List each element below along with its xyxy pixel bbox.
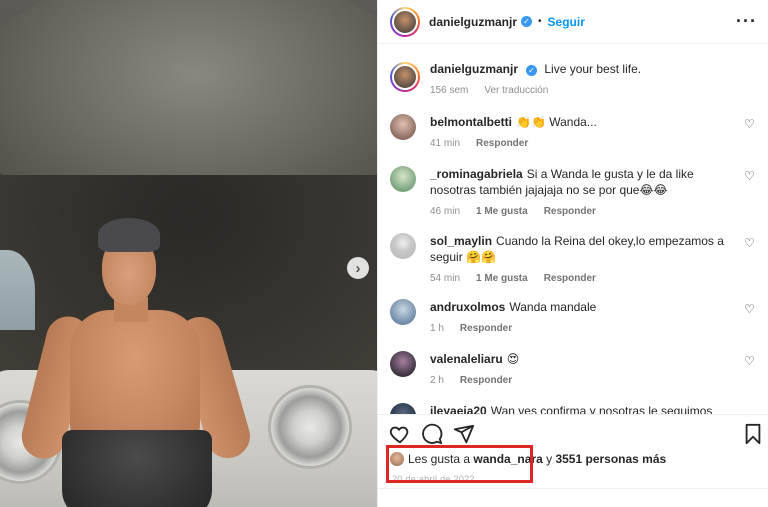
caption-text: Live your best life. xyxy=(544,62,642,76)
comment-avatar[interactable] xyxy=(390,299,416,325)
heart-icon[interactable]: ♡ xyxy=(744,355,756,367)
post-panel: danielguzmanjr ✓ • Seguir ··· danielguzm… xyxy=(377,0,768,507)
comment-item: belmontalbetti 👏👏 Wanda... 41 min Responde… xyxy=(390,114,760,152)
likes-prefix: Les gusta a xyxy=(408,452,471,466)
comment-username[interactable]: sol_maylin xyxy=(430,234,492,248)
comment-avatar[interactable] xyxy=(390,114,416,140)
comment-age: 41 min xyxy=(430,138,461,149)
comment-username[interactable]: andruxolmos xyxy=(430,300,505,314)
likes-connector: y xyxy=(546,452,553,466)
man-on-boat xyxy=(17,215,270,507)
separator-dot: • xyxy=(538,16,542,27)
comment-username[interactable]: valenaleliaru xyxy=(430,352,503,366)
comment-age: 46 min xyxy=(430,206,461,217)
comment-text: 👏👏 Wanda... xyxy=(516,115,597,129)
heart-icon[interactable]: ♡ xyxy=(744,303,756,315)
reply-button[interactable]: Responder xyxy=(476,136,528,152)
chevron-right-icon: › xyxy=(355,259,361,277)
post-photo[interactable]: › xyxy=(0,0,377,507)
action-bar xyxy=(378,414,768,452)
reply-button[interactable]: Responder xyxy=(544,204,596,220)
comment-username[interactable]: belmontalbetti xyxy=(430,115,512,129)
boat-speaker-right xyxy=(268,385,352,469)
comment-item: valenaleliaru 😍 2 h Responder ♡ xyxy=(390,351,760,389)
comment-avatar[interactable] xyxy=(390,351,416,377)
reply-button[interactable]: Responder xyxy=(544,271,596,287)
comment-item: _rominagabriela Si a Wanda le gusta y le … xyxy=(390,166,760,220)
comment-text: 😍 xyxy=(506,352,520,366)
verified-icon: ✓ xyxy=(526,65,538,76)
more-options-icon[interactable]: ··· xyxy=(736,12,757,30)
heart-icon[interactable]: ♡ xyxy=(744,237,756,249)
bookmark-icon[interactable] xyxy=(742,423,764,445)
comment-likes[interactable]: 1 Me gusta xyxy=(476,204,528,220)
comment-avatar[interactable] xyxy=(390,166,416,192)
comment-item: sol_maylin Cuando la Reina del okey,lo em… xyxy=(390,233,760,287)
follow-button[interactable]: Seguir xyxy=(548,15,585,29)
divider xyxy=(377,488,768,489)
comment-icon[interactable] xyxy=(421,423,443,445)
verified-icon: ✓ xyxy=(521,16,533,27)
heart-icon[interactable]: ♡ xyxy=(744,170,756,182)
comment-avatar[interactable] xyxy=(390,403,416,414)
comment-age: 54 min xyxy=(430,273,461,284)
comment-username[interactable]: ileyaeia20 xyxy=(430,404,487,414)
comment-username[interactable]: _rominagabriela xyxy=(430,167,523,181)
author-avatar[interactable] xyxy=(390,6,420,37)
author-username[interactable]: danielguzmanjr xyxy=(429,15,517,29)
caption-username[interactable]: danielguzmanjr xyxy=(430,62,518,76)
comment-item: ileyaeia20 Wan ves confirma y nosotras le… xyxy=(390,403,760,414)
heart-icon[interactable]: ♡ xyxy=(744,118,756,130)
share-icon[interactable] xyxy=(453,423,475,445)
liker-username[interactable]: wanda_nara xyxy=(473,452,542,466)
post-date: 20 de abril de 2022 xyxy=(392,474,475,484)
caption-avatar[interactable] xyxy=(390,62,420,92)
heart-icon[interactable] xyxy=(389,423,411,445)
likes-count[interactable]: 3551 personas más xyxy=(555,452,666,466)
comment-age: 2 h xyxy=(430,375,444,386)
comment-avatar[interactable] xyxy=(390,233,416,259)
comments-list[interactable]: danielguzmanjr ✓ Live your best life. 156… xyxy=(378,44,768,414)
see-translation-link[interactable]: Ver traducción xyxy=(484,83,548,98)
reply-button[interactable]: Responder xyxy=(460,321,512,337)
liker-avatar xyxy=(390,452,404,466)
likes-summary[interactable]: Les gusta a wanda_nara y 3551 personas m… xyxy=(390,452,666,466)
comment-text: Wanda mandale xyxy=(509,300,597,314)
reply-button[interactable]: Responder xyxy=(460,373,512,389)
comment-age: 1 h xyxy=(430,323,444,334)
caption: danielguzmanjr ✓ Live your best life. 156… xyxy=(390,62,641,98)
post-header: danielguzmanjr ✓ • Seguir ··· xyxy=(378,0,768,44)
caption-age: 156 sem xyxy=(430,85,469,96)
comment-item: andruxolmos Wanda mandale 1 h Responder ♡ xyxy=(390,299,760,337)
comment-likes[interactable]: 1 Me gusta xyxy=(476,271,528,287)
carousel-next-button[interactable]: › xyxy=(347,257,369,279)
